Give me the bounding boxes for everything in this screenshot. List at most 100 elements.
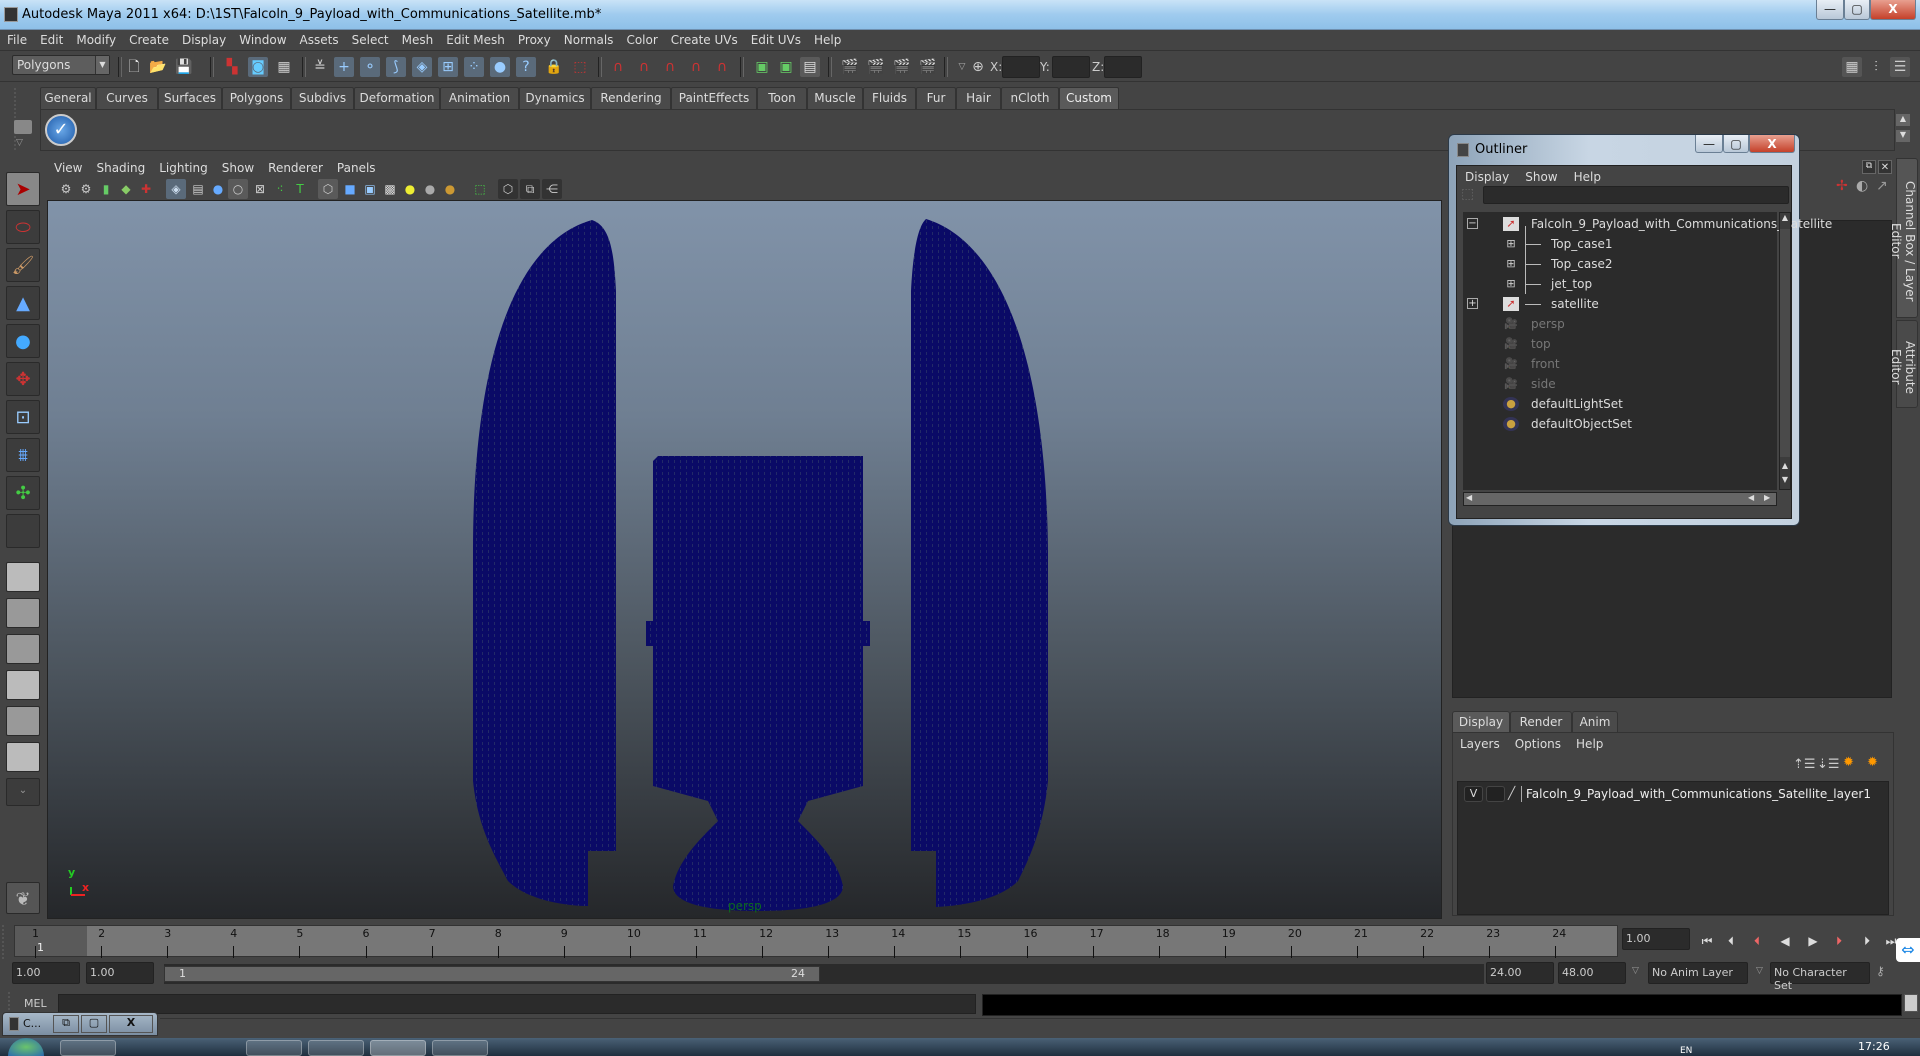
show-manipulator-icon[interactable]: ✣ — [6, 476, 40, 510]
menu-edit-mesh[interactable]: Edit Mesh — [439, 30, 511, 47]
menu-set-dropdown[interactable]: Polygons ▼ — [12, 55, 110, 75]
outliner-item[interactable]: ⊞ jet_top — [1463, 274, 1773, 294]
wireframe-on-shaded-icon[interactable]: ▣ — [360, 179, 380, 199]
outliner-item[interactable]: + ➚ satellite — [1463, 294, 1773, 314]
shelf-tab-hair[interactable]: Hair — [956, 87, 1001, 109]
select-rendering-icon[interactable]: ● — [490, 57, 510, 77]
shelf-tab-rendering[interactable]: Rendering — [591, 87, 671, 109]
shelf-tab-dynamics[interactable]: Dynamics — [519, 87, 591, 109]
step-forward-frame-icon[interactable]: ⏵ — [1858, 932, 1876, 950]
vp-menu-show[interactable]: Show — [214, 158, 260, 175]
high-quality-icon[interactable]: ● — [440, 179, 460, 199]
shelf-tab-polygons[interactable]: Polygons — [222, 87, 291, 109]
use-all-lights-icon[interactable]: ● — [400, 179, 420, 199]
shelf-scroll-up-icon[interactable]: ▲ — [1896, 114, 1910, 126]
shelf-tab-toggle[interactable] — [14, 120, 32, 134]
channel-box-manip-icon[interactable]: ✢ — [1836, 178, 1848, 194]
outliner-filter-icon[interactable]: ⬚ — [1461, 186, 1479, 204]
new-empty-layer-icon[interactable]: ✹ — [1843, 755, 1854, 770]
character-set-dropdown[interactable]: No Character Set — [1770, 962, 1870, 992]
menu-select[interactable]: Select — [345, 30, 395, 47]
collapse-icon[interactable]: − — [1467, 218, 1478, 229]
outliner-search-input[interactable] — [1483, 186, 1789, 204]
menu-mesh[interactable]: Mesh — [395, 30, 440, 47]
select-by-hierarchy-icon[interactable]: ▚ — [222, 57, 242, 77]
single-perspective-layout-icon[interactable] — [6, 562, 40, 592]
input-connections-icon[interactable]: ▣ — [752, 57, 772, 77]
vp-menu-shading[interactable]: Shading — [88, 158, 151, 175]
restore-icon[interactable]: ⧉ — [53, 1015, 79, 1033]
smooth-shade-icon[interactable]: ■ — [340, 179, 360, 199]
outliner-horizontal-scrollbar[interactable]: ◀ ◀ ▶ — [1463, 492, 1777, 506]
outliner-close-button[interactable]: X — [1749, 135, 1795, 153]
menu-create[interactable]: Create — [122, 30, 175, 47]
menu-window[interactable]: Window — [232, 30, 292, 47]
outliner-item[interactable]: 🎥 front — [1463, 354, 1773, 374]
universal-manipulator-icon[interactable]: ⊡ — [6, 400, 40, 434]
select-surfaces-icon[interactable]: ◈ — [412, 57, 432, 77]
select-by-object-type-icon[interactable]: ◙ — [248, 57, 268, 77]
play-backwards-icon[interactable]: ◀ — [1776, 932, 1794, 950]
absolute-transform-icon[interactable]: ⊕ — [968, 57, 988, 77]
save-scene-icon[interactable]: 💾 — [174, 57, 194, 77]
shelf-tab-subdivs[interactable]: Subdivs — [291, 87, 354, 109]
menu-display[interactable]: Display — [175, 30, 232, 47]
maximize-icon[interactable]: ▢ — [81, 1015, 107, 1033]
menu-color[interactable]: Color — [619, 30, 663, 47]
select-misc-icon[interactable]: ? — [516, 57, 536, 77]
shelf-tab-muscle[interactable]: Muscle — [807, 87, 863, 109]
new-scene-icon[interactable]: 🗋 — [124, 57, 144, 77]
more-layouts-chevron-icon[interactable]: ⌄ — [6, 778, 40, 806]
checkmark-shelf-button-icon[interactable]: ✓ — [45, 114, 77, 146]
anim-layer-dropdown-icon[interactable]: ▽ — [1632, 966, 1639, 976]
time-slider[interactable]: 1 1 2 3 4 5 6 7 8 9 10 11 12 13 14 15 16 17 18 19 20 21 22 23 2… — [14, 925, 1618, 958]
scale-tool-icon[interactable]: ✥ — [6, 362, 40, 396]
command-line-handle[interactable] — [8, 992, 18, 1014]
ipr-render-icon[interactable]: 🎬 — [892, 57, 912, 77]
scroll-left-arrow-icon[interactable]: ◀ — [1748, 493, 1754, 502]
construction-history-icon[interactable]: ▤ — [800, 57, 820, 77]
menu-assets[interactable]: Assets — [293, 30, 345, 47]
shelf-tab-general[interactable]: General — [40, 87, 96, 109]
move-tool-icon[interactable]: ▲ — [6, 286, 40, 320]
tab-channel-box-layer-editor[interactable]: Channel Box / Layer Editor — [1889, 158, 1918, 318]
taskbar-photoshop-icon[interactable] — [246, 1040, 302, 1056]
textured-icon[interactable]: ▩ — [380, 179, 400, 199]
vp-menu-view[interactable]: View — [46, 158, 88, 175]
resolution-gate-icon[interactable]: ● — [208, 179, 228, 199]
shelf-tab-fluids[interactable]: Fluids — [863, 87, 916, 109]
step-forward-key-icon[interactable]: ⏵ — [1830, 932, 1848, 950]
move-layer-down-icon[interactable]: ⇣☰ — [1817, 757, 1840, 772]
minimized-window[interactable]: C... ⧉ ▢ X — [2, 1012, 158, 1036]
snap-to-plane-icon[interactable]: ∩ — [686, 57, 706, 77]
outliner-item[interactable]: ● defaultLightSet — [1463, 394, 1773, 414]
shelf-tab-deformation[interactable]: Deformation — [354, 87, 440, 109]
command-input[interactable] — [58, 994, 976, 1014]
outliner-menu-display[interactable]: Display — [1457, 166, 1517, 184]
render-frame-icon[interactable]: 🎬 — [866, 57, 886, 77]
current-time-field[interactable]: 1.00 — [1622, 928, 1690, 950]
taskbar-explorer-icon[interactable] — [308, 1040, 364, 1056]
outliner-item[interactable]: ⊞ Top_case1 — [1463, 234, 1773, 254]
isolate-select-icon[interactable]: ⬚ — [470, 179, 490, 199]
teamviewer-icon[interactable]: ⇔ — [1896, 938, 1920, 962]
four-view-layout-icon[interactable] — [6, 598, 40, 628]
taskbar-maya-icon[interactable] — [122, 1040, 178, 1056]
shelf-tab-toon[interactable]: Toon — [757, 87, 807, 109]
auto-key-icon[interactable]: ⚷ — [1876, 964, 1885, 978]
shelf-tab-painteffects[interactable]: PaintEffects — [671, 87, 757, 109]
shelf-scroll-down-icon[interactable]: ▼ — [1896, 130, 1910, 142]
rotate-tool-icon[interactable]: ● — [6, 324, 40, 358]
toggle-tool-settings-icon[interactable]: ⫶ — [1866, 57, 1886, 77]
scrollbar-thumb[interactable] — [1780, 229, 1790, 457]
layer-visibility-toggle[interactable]: V — [1464, 786, 1483, 802]
maya-logo-icon[interactable]: ❦ — [6, 882, 40, 914]
select-dynamics-icon[interactable]: ⁘ — [464, 57, 484, 77]
vp-menu-lighting[interactable]: Lighting — [151, 158, 214, 175]
safe-action-icon[interactable]: ⁖ — [270, 179, 290, 199]
range-slider-bar[interactable]: 1 24 — [164, 966, 820, 982]
tab-attribute-editor[interactable]: Attribute Editor — [1889, 320, 1918, 408]
snap-to-point-icon[interactable]: ∩ — [660, 57, 680, 77]
lasso-tool-icon[interactable]: ⬭ — [6, 210, 40, 244]
camera-attributes-icon[interactable]: ⚙ — [76, 179, 96, 199]
